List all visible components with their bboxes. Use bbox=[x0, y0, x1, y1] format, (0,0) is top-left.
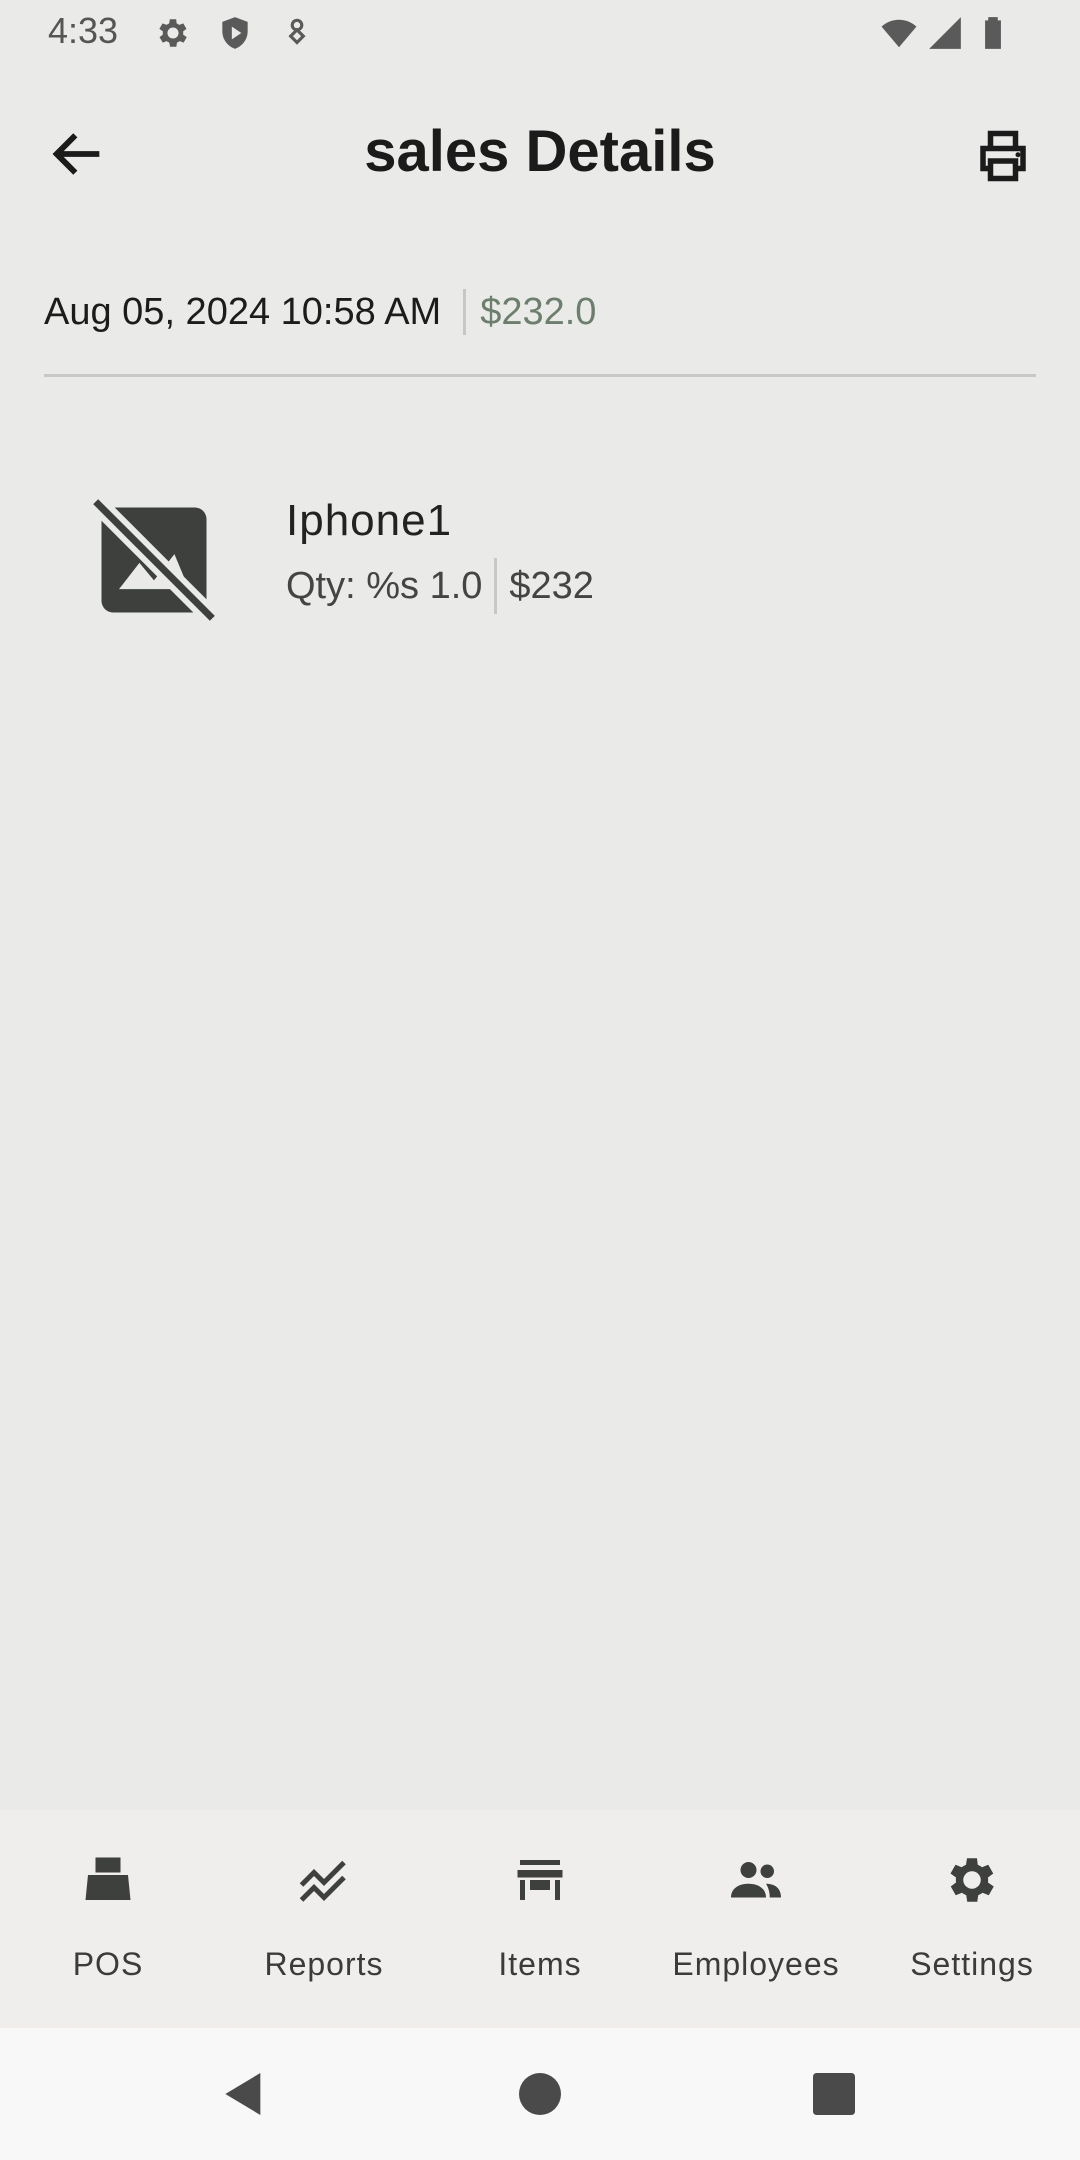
nav-item-settings[interactable]: Settings bbox=[864, 1810, 1080, 2028]
wifi-icon bbox=[880, 14, 918, 52]
printer-icon bbox=[980, 130, 1026, 182]
nav-label: Settings bbox=[910, 1946, 1034, 1982]
nav-item-reports[interactable]: Reports bbox=[216, 1810, 432, 2028]
status-time: 4:33 bbox=[48, 10, 119, 51]
item-meta: Qty: %s 1.0 $232 bbox=[286, 558, 594, 614]
trend-chart-icon bbox=[294, 1850, 354, 1910]
store-icon bbox=[510, 1850, 570, 1910]
page-title: sales Details bbox=[364, 119, 716, 184]
print-button[interactable] bbox=[970, 126, 1036, 186]
list-item[interactable]: Iphone1 Qty: %s 1.0 $232 bbox=[44, 460, 1036, 640]
divider bbox=[463, 289, 467, 335]
sale-datetime: Aug 05, 2024 10:58 AM bbox=[44, 290, 442, 333]
home-circle-icon[interactable] bbox=[512, 2066, 568, 2122]
back-triangle-icon[interactable] bbox=[216, 2066, 272, 2122]
sale-summary: Aug 05, 2024 10:58 AM $232.0 bbox=[44, 282, 596, 342]
bottom-navigation: POS Reports Items Employees Settings bbox=[0, 1810, 1080, 2028]
nav-label: Employees bbox=[672, 1946, 840, 1982]
nav-item-employees[interactable]: Employees bbox=[648, 1810, 864, 2028]
battery-icon bbox=[974, 14, 1012, 52]
top-app-bar: sales Details bbox=[0, 100, 1080, 210]
cell-signal-icon bbox=[926, 14, 964, 52]
gear-icon bbox=[154, 14, 192, 52]
location-pin-icon bbox=[278, 14, 316, 52]
item-quantity: Qty: %s 1.0 bbox=[286, 564, 483, 607]
recents-square-icon[interactable] bbox=[806, 2066, 862, 2122]
nav-label: POS bbox=[72, 1946, 144, 1982]
divider bbox=[494, 558, 498, 614]
item-price: $232 bbox=[509, 564, 594, 607]
people-icon bbox=[726, 1850, 786, 1910]
status-bar: 4:33 bbox=[0, 0, 1080, 66]
sale-total: $232.0 bbox=[480, 290, 597, 333]
system-navigation-bar bbox=[0, 2028, 1080, 2160]
cash-register-icon bbox=[78, 1850, 138, 1910]
nav-label: Reports bbox=[264, 1946, 384, 1982]
divider bbox=[44, 374, 1036, 377]
nav-item-pos[interactable]: POS bbox=[0, 1810, 216, 2028]
shield-icon bbox=[216, 14, 254, 52]
gear-icon bbox=[942, 1850, 1002, 1910]
nav-label: Items bbox=[498, 1946, 582, 1982]
image-not-supported-icon bbox=[84, 490, 224, 630]
nav-item-items[interactable]: Items bbox=[432, 1810, 648, 2028]
item-name: Iphone1 bbox=[286, 496, 453, 545]
